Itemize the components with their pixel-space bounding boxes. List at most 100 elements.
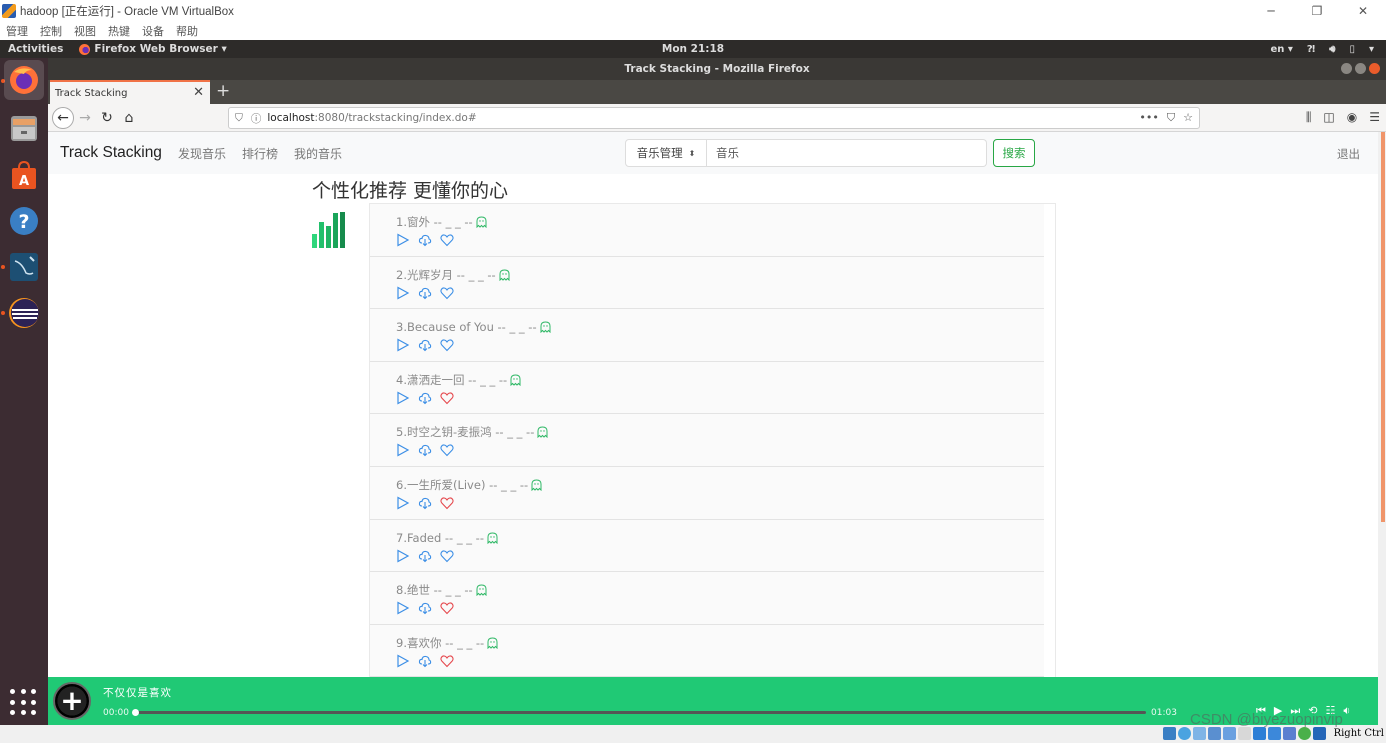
site-info-icon[interactable]: ⓘ (251, 111, 262, 126)
account-icon[interactable]: ◉ (1347, 110, 1357, 125)
clock[interactable]: Mon 21:18 (662, 43, 724, 55)
search-button[interactable]: 搜索 (993, 139, 1035, 167)
ghost-icon[interactable] (537, 426, 548, 439)
bookmark-star-icon[interactable]: ☆ (1183, 111, 1193, 125)
system-tray[interactable]: en ▾ ⁈ 🔊︎ ▯ ▾ (1270, 44, 1374, 55)
album-disc-add-icon[interactable]: + (53, 682, 91, 720)
play-icon[interactable] (396, 286, 410, 300)
logout-link[interactable]: 退出 (1337, 146, 1360, 162)
language-indicator[interactable]: en ▾ (1270, 44, 1292, 55)
ff-minimize-button[interactable] (1341, 63, 1352, 74)
home-button[interactable]: ⌂ (118, 107, 140, 129)
ghost-icon[interactable] (476, 584, 487, 597)
volume-icon[interactable]: 🔉︎ (1343, 704, 1350, 718)
download-cloud-icon[interactable] (418, 443, 432, 457)
download-cloud-icon[interactable] (418, 549, 432, 563)
tab-close-icon[interactable]: ✕ (193, 85, 204, 100)
progress-slider[interactable] (132, 709, 1146, 716)
dock-files[interactable] (4, 108, 44, 148)
song-title[interactable]: 5.时空之钥-麦振鸿 -- _ _ -- (396, 424, 534, 440)
heart-icon[interactable] (440, 286, 454, 300)
show-applications-icon[interactable] (10, 689, 38, 717)
download-cloud-icon[interactable] (418, 286, 432, 300)
ghost-icon[interactable] (487, 532, 498, 544)
optical-drive-icon[interactable] (1178, 727, 1191, 740)
dock-help[interactable]: ? (4, 201, 44, 241)
ghost-icon[interactable] (531, 479, 542, 491)
liked-heart-icon[interactable] (440, 496, 454, 510)
play-icon[interactable] (396, 496, 410, 510)
video-capture-icon[interactable] (1268, 727, 1281, 740)
ff-maximize-button[interactable] (1355, 63, 1366, 74)
heart-icon[interactable] (440, 443, 454, 457)
vbox-menu-manage[interactable]: 管理 (6, 23, 28, 39)
song-title[interactable]: 2.光辉岁月 -- _ _ -- (396, 267, 496, 283)
dock-mysql-workbench[interactable] (4, 247, 44, 287)
page-actions-icon[interactable]: ••• (1139, 111, 1158, 125)
liked-heart-icon[interactable] (440, 601, 454, 615)
vbox-menu-hotkeys[interactable]: 热键 (108, 23, 130, 39)
battery-icon[interactable]: ▯ (1349, 44, 1355, 55)
download-cloud-icon[interactable] (418, 496, 432, 510)
song-title[interactable]: 7.Faded -- _ _ -- (396, 531, 484, 545)
dock-eclipse[interactable] (4, 293, 44, 333)
download-cloud-icon[interactable] (418, 391, 432, 405)
download-cloud-icon[interactable] (418, 338, 432, 352)
play-icon[interactable] (396, 601, 410, 615)
heart-icon[interactable] (440, 549, 454, 563)
ghost-icon[interactable] (476, 216, 487, 228)
play-icon[interactable] (396, 549, 410, 563)
guest-additions-icon[interactable] (1298, 727, 1311, 740)
volume-icon[interactable]: 🔊︎ (1329, 44, 1335, 55)
minimize-button[interactable]: ─ (1248, 0, 1294, 21)
new-tab-button[interactable]: + (216, 81, 230, 101)
dock-firefox[interactable] (4, 60, 44, 100)
ghost-icon[interactable] (510, 374, 521, 386)
nav-my-music[interactable]: 我的音乐 (294, 145, 342, 162)
ghost-icon[interactable] (487, 637, 498, 649)
song-title[interactable]: 1.窗外 -- _ _ -- (396, 214, 473, 230)
liked-heart-icon[interactable] (440, 391, 454, 405)
site-brand[interactable]: Track Stacking (60, 144, 162, 162)
app-menu[interactable]: Firefox Web Browser ▾ (79, 43, 227, 55)
heart-icon[interactable] (440, 233, 454, 247)
reload-button[interactable]: ↻ (96, 107, 118, 129)
sidebar-icon[interactable]: ◫ (1323, 110, 1334, 125)
page-scrollbar[interactable] (1378, 132, 1386, 677)
tab-track-stacking[interactable]: Track Stacking ✕ (50, 80, 210, 104)
tracking-shield-icon[interactable]: ⛉ (235, 112, 243, 125)
ghost-icon[interactable] (540, 321, 551, 334)
ff-close-button[interactable] (1369, 63, 1380, 74)
audio-icon[interactable] (1193, 727, 1206, 740)
network-icon[interactable]: ⁈ (1307, 44, 1315, 55)
nav-charts[interactable]: 排行榜 (242, 145, 278, 162)
shared-folder-icon[interactable] (1238, 727, 1251, 740)
play-icon[interactable] (396, 443, 410, 457)
restore-button[interactable]: ❐ (1294, 0, 1340, 21)
category-select[interactable]: 音乐管理 ⬍ (625, 139, 707, 167)
song-title[interactable]: 4.潇洒走一回 -- _ _ -- (396, 372, 507, 388)
usb-icon[interactable] (1223, 727, 1236, 740)
play-icon[interactable] (396, 391, 410, 405)
play-icon[interactable] (396, 654, 410, 668)
song-title[interactable]: 6.一生所爱(Live) -- _ _ -- (396, 477, 528, 493)
download-cloud-icon[interactable] (418, 601, 432, 615)
system-menu-arrow-icon[interactable]: ▾ (1369, 44, 1374, 55)
hamburger-menu-icon[interactable]: ☰ (1369, 110, 1380, 125)
download-cloud-icon[interactable] (418, 233, 432, 247)
library-icon[interactable]: ⫼ (1306, 110, 1312, 125)
vbox-menu-view[interactable]: 视图 (74, 23, 96, 39)
play-icon[interactable] (396, 233, 410, 247)
liked-heart-icon[interactable] (440, 654, 454, 668)
activities-button[interactable]: Activities (8, 43, 63, 55)
progress-knob[interactable] (132, 709, 139, 716)
nav-discover-music[interactable]: 发现音乐 (178, 145, 226, 162)
play-icon[interactable] (396, 338, 410, 352)
search-input[interactable] (707, 139, 987, 167)
close-window-button[interactable]: ✕ (1340, 0, 1386, 21)
download-cloud-icon[interactable] (418, 654, 432, 668)
song-title[interactable]: 8.绝世 -- _ _ -- (396, 582, 473, 598)
vbox-menu-control[interactable]: 控制 (40, 23, 62, 39)
vbox-menu-help[interactable]: 帮助 (176, 23, 198, 39)
heart-icon[interactable] (440, 338, 454, 352)
